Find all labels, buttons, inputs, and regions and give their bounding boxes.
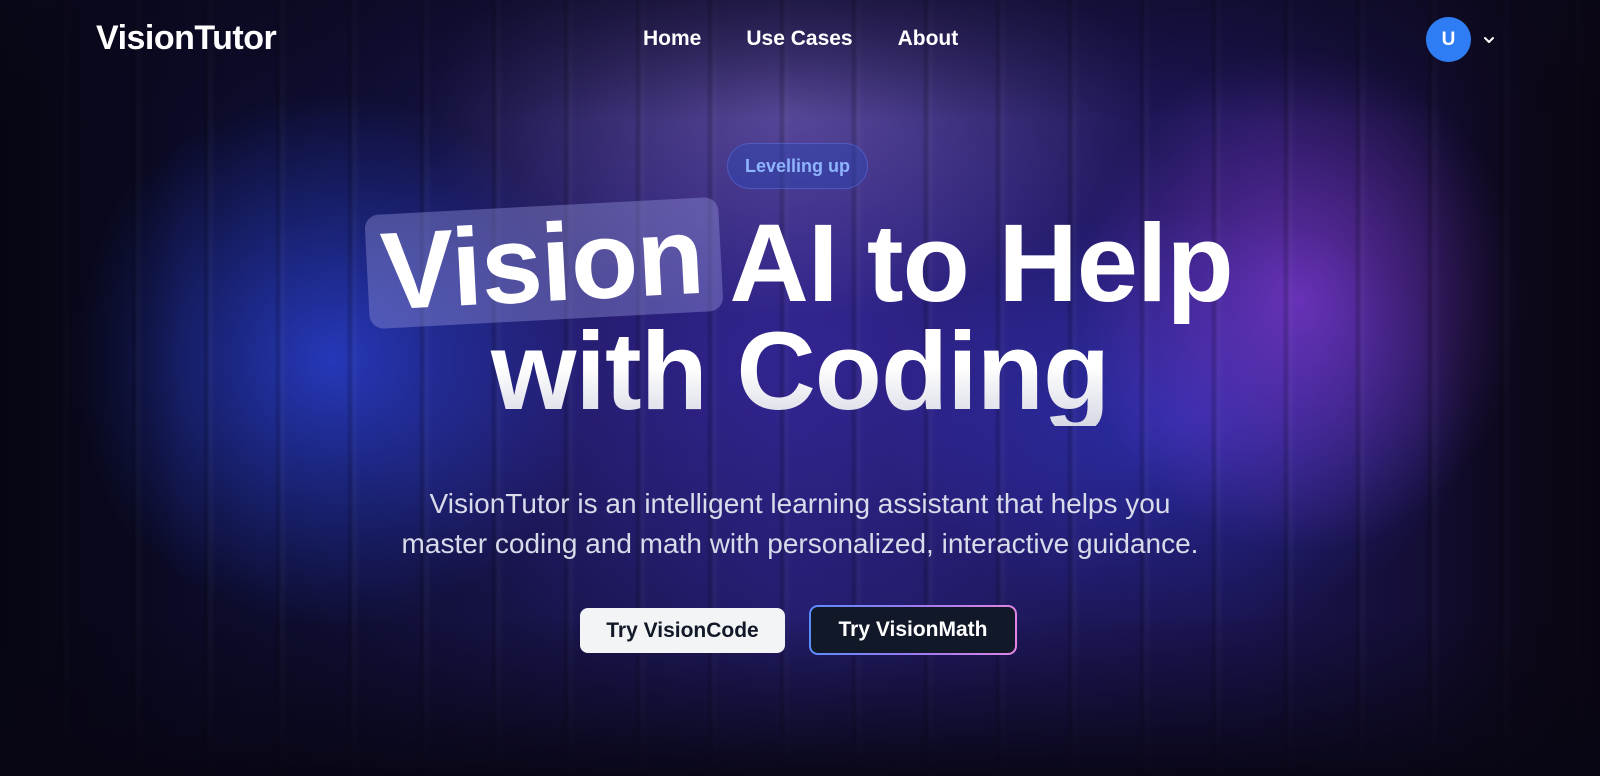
headline-line-1: Vision AI to Help [0, 194, 1600, 334]
try-visionmath-button[interactable]: Try VisionMath [809, 605, 1017, 655]
user-menu[interactable]: U [1426, 17, 1496, 62]
hero-subtitle: VisionTutor is an intelligent learning a… [0, 484, 1600, 564]
try-visionmath-label: Try VisionMath [811, 607, 1015, 653]
logo[interactable]: VisionTutor [96, 19, 277, 58]
try-visioncode-button[interactable]: Try VisionCode [580, 608, 785, 653]
headline-line-1-rest: AI to Help [729, 202, 1233, 325]
subtitle-line-1: VisionTutor is an intelligent learning a… [429, 488, 1171, 519]
nav-link-home[interactable]: Home [643, 27, 701, 51]
hero-headline: Vision AI to Help with Coding [0, 194, 1600, 427]
avatar[interactable]: U [1426, 17, 1471, 62]
main-nav: Home Use Cases About [643, 27, 958, 51]
headline-highlight: Vision [365, 194, 724, 334]
nav-link-use-cases[interactable]: Use Cases [746, 27, 852, 51]
headline-highlight-wrap: Vision [367, 194, 729, 334]
landing-page: VisionTutor Home Use Cases About U Level… [0, 0, 1600, 776]
top-header: VisionTutor Home Use Cases About U [0, 0, 1600, 80]
headline-line-2: with Coding [0, 317, 1600, 427]
hero-badge: Levelling up [727, 143, 868, 189]
subtitle-line-2: master coding and math with personalized… [401, 528, 1199, 559]
chevron-down-icon[interactable] [1482, 33, 1496, 47]
nav-link-about[interactable]: About [898, 27, 959, 51]
